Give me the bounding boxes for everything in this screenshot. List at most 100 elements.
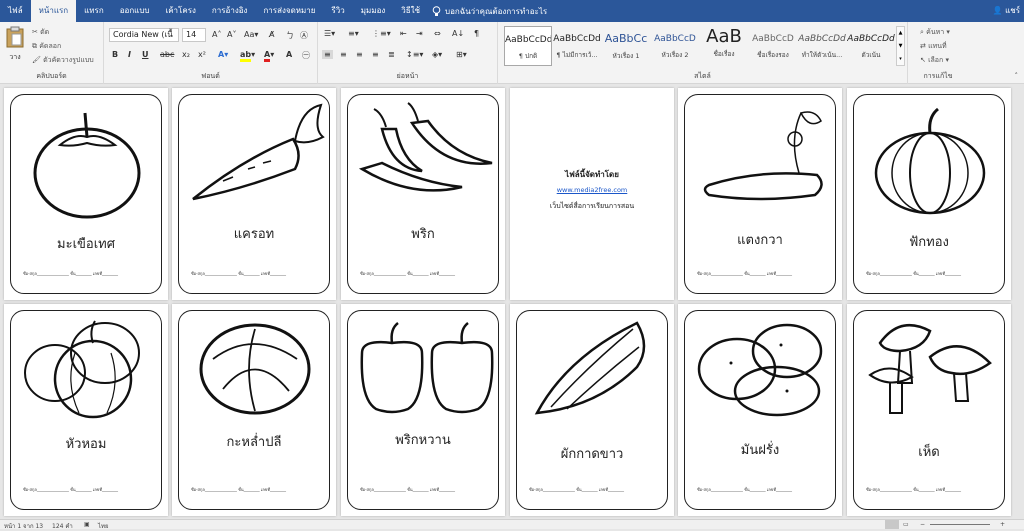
tab-design[interactable]: ออกแบบ bbox=[112, 0, 158, 22]
increase-indent-icon[interactable]: ⇥ bbox=[416, 29, 423, 38]
font-size-select[interactable]: 14 bbox=[182, 28, 206, 42]
select-button[interactable]: ↖ เลือก ▾ bbox=[920, 55, 949, 66]
find-button[interactable]: ⌕ ค้นหา ▾ bbox=[920, 27, 950, 38]
proofing-icon[interactable]: ▣ bbox=[84, 521, 90, 528]
clear-format-button[interactable]: A̸ bbox=[269, 30, 274, 39]
flash-card: แครอท ชื่อ-สกุล________________ ชั้น____… bbox=[178, 94, 330, 294]
copy-button[interactable]: ⧉ คัดลอก bbox=[32, 41, 61, 52]
page-card: แครอท ชื่อ-สกุล________________ ชั้น____… bbox=[172, 88, 336, 300]
style-no-spacing[interactable]: AaBbCcDd ¶ ไม่มีการเว้... bbox=[553, 26, 601, 66]
multilevel-icon[interactable]: ⋮≡▾ bbox=[372, 29, 391, 38]
page-count[interactable]: หน้า 1 จาก 13 bbox=[4, 521, 43, 531]
web-layout-icon[interactable]: ▭ bbox=[903, 521, 909, 528]
style-normal[interactable]: AaBbCcDd ¶ ปกติ bbox=[504, 26, 552, 66]
user-icon: 👤 bbox=[992, 6, 1006, 15]
pumpkin-image bbox=[874, 107, 986, 215]
highlight-button[interactable]: ab▾ bbox=[240, 50, 255, 62]
enclose-char-button[interactable]: ㊀ bbox=[302, 50, 310, 61]
tab-file[interactable]: ไฟล์ bbox=[0, 0, 31, 22]
underline-button[interactable]: U bbox=[142, 50, 149, 59]
card-label: หัวหอม bbox=[65, 437, 107, 452]
align-left-icon[interactable]: ≡ bbox=[322, 50, 333, 59]
styles-label: สไตล์ bbox=[694, 72, 711, 80]
align-right-icon[interactable]: ≡ bbox=[356, 50, 363, 59]
italic-button[interactable]: I bbox=[128, 50, 131, 59]
change-case-button[interactable]: Aa▾ bbox=[244, 30, 258, 39]
justify-icon[interactable]: ≡ bbox=[372, 50, 379, 59]
card-name-line: ชื่อ-สกุล________________ ชั้น________ เ… bbox=[866, 487, 962, 492]
grow-font-button[interactable]: A˄ bbox=[212, 30, 221, 39]
card-label: ผักกาดขาว bbox=[560, 447, 624, 462]
char-border-button[interactable]: Ⓐ bbox=[300, 30, 308, 41]
style-heading-2[interactable]: AaBbCcD หัวเรื่อง 2 bbox=[651, 26, 699, 66]
flash-card: หัวหอม ชื่อ-สกุล________________ ชั้น___… bbox=[10, 310, 162, 510]
shading-icon[interactable]: ◈▾ bbox=[432, 50, 442, 59]
tab-view[interactable]: มุมมอง bbox=[353, 0, 394, 22]
cut-button[interactable]: ✂ ตัด bbox=[32, 27, 49, 38]
word-count[interactable]: 124 คำ bbox=[52, 521, 73, 531]
font-color-button[interactable]: A▾ bbox=[264, 50, 274, 62]
card-label: มันฝรั่ง bbox=[740, 443, 780, 458]
print-layout-icon[interactable] bbox=[885, 520, 899, 529]
numbering-icon[interactable]: ≡▾ bbox=[348, 29, 359, 38]
tab-insert[interactable]: แทรก bbox=[76, 0, 112, 22]
pilcrow-icon[interactable]: ¶ bbox=[474, 29, 479, 38]
text-effects-button[interactable]: A▾ bbox=[218, 50, 228, 59]
onion-image bbox=[24, 320, 140, 419]
paste-button[interactable]: วาง bbox=[4, 26, 26, 66]
subscript-button[interactable]: x₂ bbox=[182, 50, 190, 59]
zoom-in-icon[interactable]: + bbox=[1000, 521, 1005, 528]
tomato-image bbox=[33, 112, 141, 219]
tab-mailings[interactable]: การส่งจดหมาย bbox=[255, 0, 323, 22]
style-title[interactable]: AaB ชื่อเรื่อง bbox=[700, 26, 748, 66]
page-card: มะเขือเทศ ชื่อ-สกุล________________ ชั้น… bbox=[4, 88, 168, 300]
decrease-indent-icon[interactable]: ⇤ bbox=[400, 29, 407, 38]
bold-button[interactable]: B bbox=[112, 50, 118, 59]
distributed-icon[interactable]: ⇔ bbox=[434, 29, 441, 38]
collapse-ribbon-icon[interactable]: ˄ bbox=[1015, 72, 1019, 80]
replace-button[interactable]: ⇄ แทนที่ bbox=[920, 41, 947, 52]
phonetic-button[interactable]: ㄅ bbox=[286, 30, 294, 41]
language-indicator[interactable]: ไทย bbox=[98, 521, 109, 531]
tell-me-box[interactable]: บอกฉันว่าคุณต้องการทำอะไร bbox=[432, 5, 547, 18]
shrink-font-button[interactable]: A˅ bbox=[227, 30, 236, 39]
strikethrough-button[interactable]: abc bbox=[160, 50, 174, 59]
bell-pepper-image bbox=[360, 322, 494, 414]
share-button[interactable]: 👤 แชร์ bbox=[993, 0, 1020, 22]
style-heading-1[interactable]: AaBbCc หัวเรื่อง 1 bbox=[602, 26, 650, 66]
align-center-icon[interactable]: ≡ bbox=[340, 50, 347, 59]
info-page: ไฟล์นี้จัดทำโดย www.media2free.com เว็บไ… bbox=[510, 88, 674, 300]
style-subtle-emphasis[interactable]: AaBbCcDd ทำให้ตัวเน้น... bbox=[798, 26, 846, 66]
borders-icon[interactable]: ⊞▾ bbox=[456, 50, 467, 59]
superscript-button[interactable]: x² bbox=[198, 50, 206, 59]
zoom-slider[interactable] bbox=[930, 524, 990, 525]
chili-image bbox=[358, 102, 493, 192]
line-spacing-icon[interactable]: ↕≡▾ bbox=[406, 50, 423, 59]
potato-image bbox=[697, 323, 823, 417]
tab-help[interactable]: วิธีใช้ bbox=[393, 0, 428, 22]
styles-group: AaBbCcDd ¶ ปกติ AaBbCcDd ¶ ไม่มีการเว้..… bbox=[498, 22, 908, 84]
page-card: หัวหอม ชื่อ-สกุล________________ ชั้น___… bbox=[4, 304, 168, 516]
info-url-link[interactable]: www.media2free.com bbox=[510, 186, 674, 194]
clipboard-label: คลิปบอร์ด bbox=[36, 72, 67, 80]
tab-review[interactable]: รีวิว bbox=[323, 0, 352, 22]
styles-scroll[interactable]: ▲ ▼ ▾ bbox=[896, 26, 905, 66]
card-name-line: ชื่อ-สกุล________________ ชั้น________ เ… bbox=[360, 487, 456, 492]
zoom-out-icon[interactable]: − bbox=[920, 521, 925, 528]
thai-distributed-icon[interactable]: ≣ bbox=[388, 50, 395, 59]
card-label: กะหล่ำปลี bbox=[226, 435, 282, 450]
card-name-line: ชื่อ-สกุล________________ ชั้น________ เ… bbox=[866, 271, 962, 276]
style-emphasis[interactable]: AaBbCcDd ตัวเน้น bbox=[847, 26, 895, 66]
page-card: แตงกวา ชื่อ-สกุล________________ ชั้น___… bbox=[678, 88, 842, 300]
bullets-icon[interactable]: ☰▾ bbox=[324, 29, 335, 38]
tab-references[interactable]: การอ้างอิง bbox=[204, 0, 256, 22]
font-name-select[interactable]: Cordia New (เนื้ bbox=[109, 28, 179, 42]
sort-icon[interactable]: A↓ bbox=[452, 29, 464, 38]
char-shading-button[interactable]: A bbox=[286, 50, 292, 59]
format-painter-button[interactable]: 🖌 ตัวคัดวางรูปแบบ bbox=[32, 55, 94, 66]
lightbulb-icon bbox=[432, 5, 441, 16]
tab-home[interactable]: หน้าแรก bbox=[30, 0, 77, 22]
chinese-cabbage-image bbox=[534, 321, 646, 415]
style-subtitle[interactable]: AaBbCcD ชื่อเรื่องรอง bbox=[749, 26, 797, 66]
tab-layout[interactable]: เค้าโครง bbox=[157, 0, 203, 22]
